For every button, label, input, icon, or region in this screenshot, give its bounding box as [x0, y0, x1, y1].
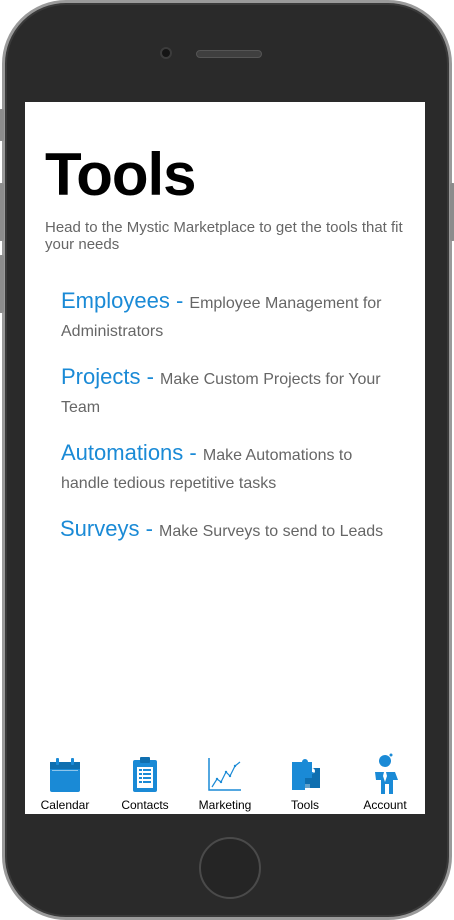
tab-contacts[interactable]: Contacts [105, 748, 185, 814]
tool-item-employees: Employees - Employee Management for Admi… [61, 287, 401, 346]
earpiece-speaker [196, 50, 262, 58]
power-button [450, 183, 454, 241]
front-camera [160, 47, 172, 59]
contacts-icon [133, 757, 157, 792]
tool-separator: - [140, 364, 161, 389]
puzzle-icon [292, 759, 320, 790]
tool-link-employees[interactable]: Employees [61, 288, 170, 313]
tool-link-surveys[interactable]: Surveys [60, 516, 139, 541]
app-screen: Tools Head to the Mystic Marketplace to … [25, 102, 425, 814]
tab-account[interactable]: Account [345, 748, 425, 814]
tab-label: Account [363, 798, 407, 812]
tab-calendar[interactable]: Calendar [25, 748, 105, 814]
tab-tools[interactable]: Tools [265, 748, 345, 814]
tool-separator: - [169, 288, 190, 313]
tool-item-automations: Automations - Make Automations to handle… [61, 439, 401, 498]
tab-label: Marketing [198, 798, 252, 812]
bottom-tab-bar: Calendar Contacts Marketing Tools Accoun… [25, 748, 425, 814]
tab-label: Contacts [121, 798, 169, 812]
volume-up-button [0, 183, 4, 241]
calendar-icon [50, 758, 80, 792]
tool-item-surveys: Surveys - Make Surveys to send to Leads [60, 515, 410, 546]
tool-link-projects[interactable]: Projects [61, 364, 140, 389]
mute-switch [0, 109, 4, 141]
tool-description: Make Surveys to send to Leads [159, 523, 384, 540]
tool-separator: - [183, 440, 203, 465]
tab-label: Calendar [40, 798, 90, 812]
chart-icon [208, 758, 241, 791]
tab-label: Tools [290, 798, 319, 812]
person-icon [375, 753, 398, 794]
volume-down-button [0, 255, 4, 313]
tab-marketing[interactable]: Marketing [185, 748, 265, 814]
page-title: Tools [45, 141, 197, 208]
tool-separator: - [139, 516, 160, 541]
tool-item-projects: Projects - Make Custom Projects for Your… [61, 363, 401, 422]
home-button[interactable] [199, 837, 261, 899]
tool-link-automations[interactable]: Automations [61, 440, 183, 465]
page-subtitle: Head to the Mystic Marketplace to get th… [45, 219, 403, 253]
